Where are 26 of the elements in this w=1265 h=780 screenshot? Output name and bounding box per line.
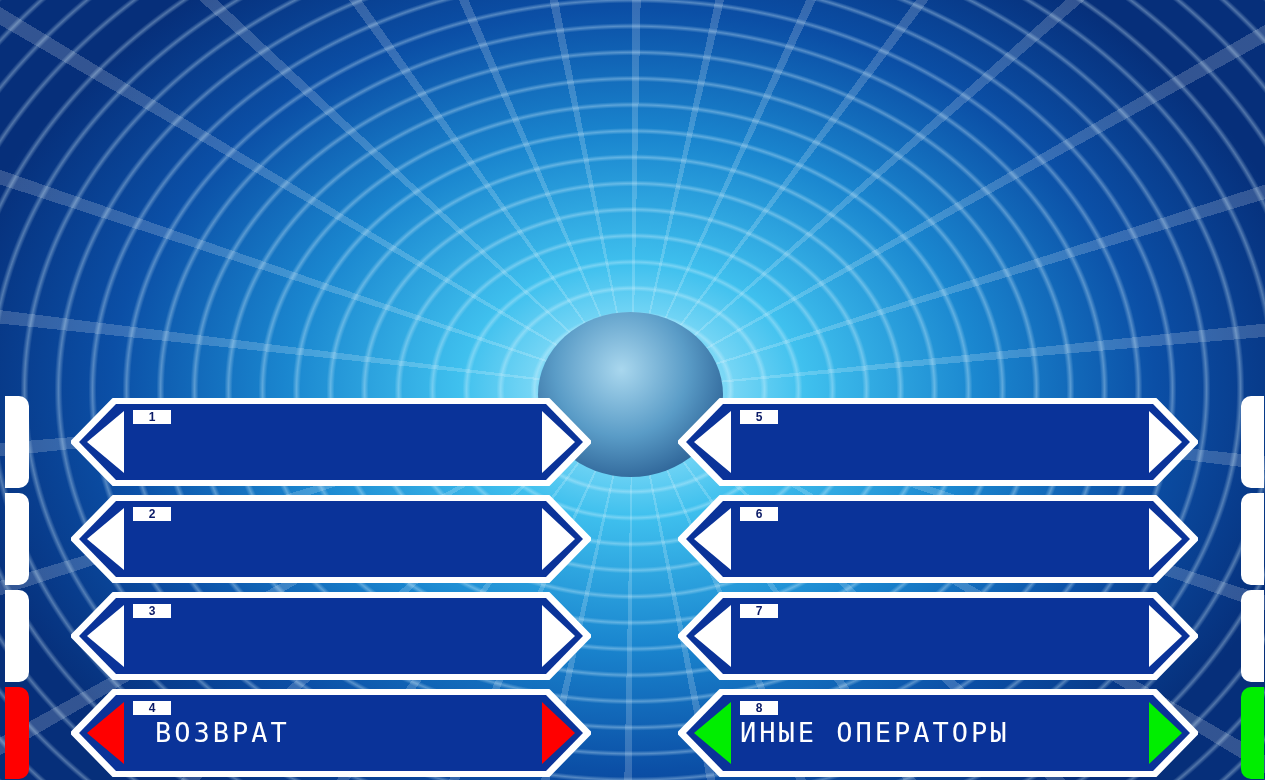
option-button[interactable]: 2: [71, 495, 591, 583]
option-number: 1: [133, 410, 171, 424]
option-number: 3: [133, 604, 171, 618]
side-key[interactable]: [5, 396, 29, 488]
side-key[interactable]: [5, 493, 29, 585]
option-button[interactable]: 8 ИНЫЕ ОПЕРАТОРЫ: [678, 689, 1198, 777]
option-number: 4: [133, 701, 171, 715]
option-button[interactable]: 4 ВОЗВРАТ: [71, 689, 591, 777]
side-key[interactable]: [5, 687, 29, 779]
option-button[interactable]: 7: [678, 592, 1198, 680]
option-label: ИНЫЕ ОПЕРАТОРЫ: [740, 717, 1010, 748]
option-number: 2: [133, 507, 171, 521]
option-number: 7: [740, 604, 778, 618]
side-key[interactable]: [1241, 687, 1264, 779]
option-number: 6: [740, 507, 778, 521]
side-key[interactable]: [1241, 396, 1264, 488]
option-number: 8: [740, 701, 778, 715]
side-key[interactable]: [1241, 590, 1264, 682]
option-label: ВОЗВРАТ: [155, 717, 290, 748]
option-number: 5: [740, 410, 778, 424]
option-button[interactable]: 5: [678, 398, 1198, 486]
side-key[interactable]: [5, 590, 29, 682]
option-button[interactable]: 6: [678, 495, 1198, 583]
option-button[interactable]: 3: [71, 592, 591, 680]
side-key[interactable]: [1241, 493, 1264, 585]
option-button[interactable]: 1: [71, 398, 591, 486]
